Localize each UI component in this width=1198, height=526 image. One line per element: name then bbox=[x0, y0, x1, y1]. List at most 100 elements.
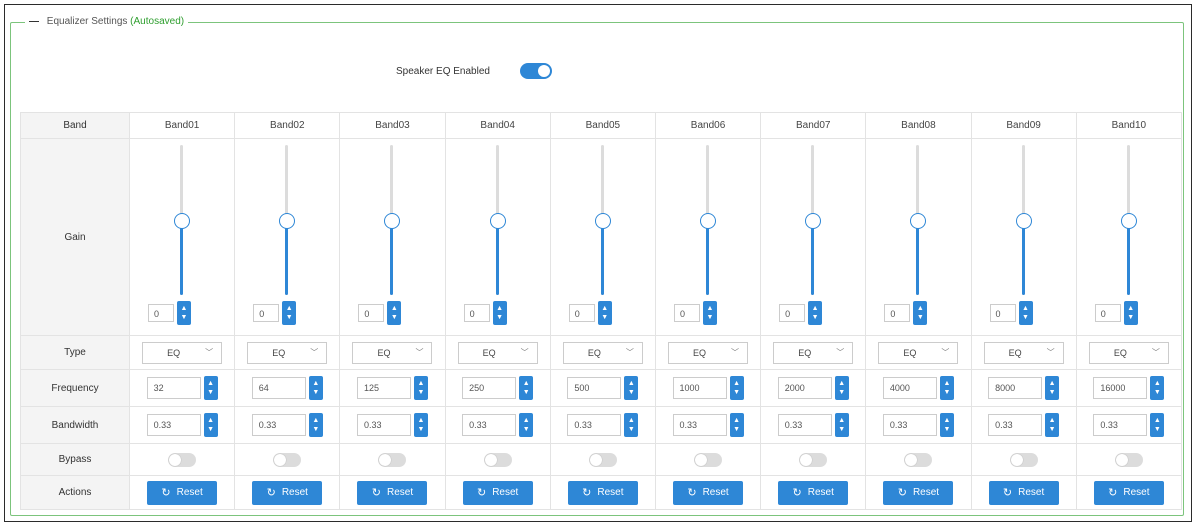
bandwidth-spin-button[interactable]: ▲ ▼ bbox=[1150, 413, 1165, 437]
spin-down-icon[interactable]: ▼ bbox=[286, 313, 293, 322]
panel-legend[interactable]: — Equalizer Settings (Autosaved) bbox=[25, 16, 188, 28]
bandwidth-spin-button[interactable]: ▲ ▼ bbox=[1045, 413, 1060, 437]
gain-input[interactable]: 0 bbox=[779, 304, 806, 322]
spin-down-icon[interactable]: ▼ bbox=[943, 388, 950, 397]
type-select[interactable]: EQ ﹀ bbox=[457, 341, 538, 364]
spin-up-icon[interactable]: ▲ bbox=[181, 304, 188, 313]
type-select[interactable]: EQ ﹀ bbox=[247, 341, 328, 364]
bandwidth-input[interactable]: 0.33 bbox=[356, 414, 411, 436]
frequency-input[interactable]: 16000 bbox=[1093, 377, 1148, 399]
bandwidth-stepper[interactable]: 0.33 ▲ ▼ bbox=[551, 407, 655, 443]
frequency-input[interactable]: 500 bbox=[567, 377, 622, 399]
frequency-spin-button[interactable]: ▲ ▼ bbox=[624, 376, 639, 400]
frequency-spin-button[interactable]: ▲ ▼ bbox=[729, 376, 744, 400]
reset-button[interactable]: ↻ Reset bbox=[357, 480, 428, 505]
gain-stepper[interactable]: 0 ▲ ▼ bbox=[779, 301, 823, 325]
slider-thumb[interactable] bbox=[1120, 213, 1137, 229]
gain-input[interactable]: 0 bbox=[673, 304, 700, 322]
frequency-stepper[interactable]: 500 ▲ ▼ bbox=[551, 370, 655, 406]
spin-up-icon[interactable]: ▲ bbox=[917, 304, 924, 313]
gain-slider[interactable]: 0 ▲ ▼ bbox=[656, 139, 760, 335]
gain-spin-button[interactable]: ▲ ▼ bbox=[597, 301, 612, 325]
frequency-stepper[interactable]: 4000 ▲ ▼ bbox=[866, 370, 970, 406]
spin-down-icon[interactable]: ▼ bbox=[812, 313, 819, 322]
spin-down-icon[interactable]: ▼ bbox=[943, 425, 950, 434]
type-select[interactable]: EQ ﹀ bbox=[1088, 341, 1169, 364]
bandwidth-input[interactable]: 0.33 bbox=[146, 414, 201, 436]
frequency-spin-button[interactable]: ▲ ▼ bbox=[203, 376, 218, 400]
bypass-toggle[interactable] bbox=[588, 452, 617, 467]
bypass-toggle[interactable] bbox=[168, 452, 197, 467]
type-select[interactable]: EQ ﹀ bbox=[878, 341, 959, 364]
spin-down-icon[interactable]: ▼ bbox=[706, 313, 713, 322]
spin-down-icon[interactable]: ▼ bbox=[1154, 425, 1161, 434]
gain-spin-button[interactable]: ▲ ▼ bbox=[177, 301, 191, 325]
slider-thumb[interactable] bbox=[594, 213, 611, 229]
bandwidth-spin-button[interactable]: ▲ ▼ bbox=[624, 413, 639, 437]
spin-up-icon[interactable]: ▲ bbox=[207, 379, 214, 388]
slider-thumb[interactable] bbox=[489, 213, 506, 229]
bandwidth-stepper[interactable]: 0.33 ▲ ▼ bbox=[866, 407, 970, 443]
gain-slider[interactable]: 0 ▲ ▼ bbox=[1077, 139, 1181, 335]
gain-stepper[interactable]: 0 ▲ ▼ bbox=[568, 301, 612, 325]
bandwidth-stepper[interactable]: 0.33 ▲ ▼ bbox=[235, 407, 339, 443]
gain-spin-button[interactable]: ▲ ▼ bbox=[913, 301, 928, 325]
reset-button[interactable]: ↻ Reset bbox=[567, 480, 638, 505]
spin-up-icon[interactable]: ▲ bbox=[312, 379, 319, 388]
type-select[interactable]: EQ ﹀ bbox=[142, 341, 223, 364]
gain-stepper[interactable]: 0 ▲ ▼ bbox=[253, 301, 297, 325]
spin-down-icon[interactable]: ▼ bbox=[1127, 313, 1134, 322]
gain-slider[interactable]: 0 ▲ ▼ bbox=[551, 139, 655, 335]
spin-down-icon[interactable]: ▼ bbox=[1154, 388, 1161, 397]
bypass-toggle[interactable] bbox=[799, 452, 828, 467]
slider-thumb[interactable] bbox=[174, 213, 191, 229]
gain-slider[interactable]: 0 ▲ ▼ bbox=[866, 139, 970, 335]
gain-slider[interactable]: 0 ▲ ▼ bbox=[972, 139, 1076, 335]
spin-up-icon[interactable]: ▲ bbox=[1049, 379, 1056, 388]
gain-input[interactable]: 0 bbox=[989, 304, 1016, 322]
frequency-input[interactable]: 125 bbox=[356, 377, 411, 399]
frequency-spin-button[interactable]: ▲ ▼ bbox=[834, 376, 849, 400]
spin-down-icon[interactable]: ▼ bbox=[523, 388, 530, 397]
spin-down-icon[interactable]: ▼ bbox=[628, 388, 635, 397]
spin-up-icon[interactable]: ▲ bbox=[418, 416, 425, 425]
frequency-stepper[interactable]: 125 ▲ ▼ bbox=[340, 370, 444, 406]
bandwidth-spin-button[interactable]: ▲ ▼ bbox=[834, 413, 849, 437]
bandwidth-spin-button[interactable]: ▲ ▼ bbox=[203, 413, 218, 437]
frequency-stepper[interactable]: 32 ▲ ▼ bbox=[130, 370, 234, 406]
gain-input[interactable]: 0 bbox=[358, 304, 385, 322]
bandwidth-stepper[interactable]: 0.33 ▲ ▼ bbox=[446, 407, 550, 443]
bandwidth-input[interactable]: 0.33 bbox=[672, 414, 727, 436]
frequency-input[interactable]: 1000 bbox=[672, 377, 727, 399]
bypass-toggle[interactable] bbox=[483, 452, 512, 467]
frequency-input[interactable]: 8000 bbox=[988, 377, 1043, 399]
gain-input[interactable]: 0 bbox=[1094, 304, 1121, 322]
spin-down-icon[interactable]: ▼ bbox=[917, 313, 924, 322]
bypass-toggle[interactable] bbox=[378, 452, 407, 467]
bandwidth-stepper[interactable]: 0.33 ▲ ▼ bbox=[656, 407, 760, 443]
frequency-input[interactable]: 4000 bbox=[882, 377, 937, 399]
reset-button[interactable]: ↻ Reset bbox=[778, 480, 849, 505]
spin-down-icon[interactable]: ▼ bbox=[523, 425, 530, 434]
frequency-input[interactable]: 250 bbox=[462, 377, 517, 399]
spin-up-icon[interactable]: ▲ bbox=[1154, 379, 1161, 388]
gain-spin-button[interactable]: ▲ ▼ bbox=[282, 301, 297, 325]
slider-thumb[interactable] bbox=[1015, 213, 1032, 229]
bandwidth-stepper[interactable]: 0.33 ▲ ▼ bbox=[1077, 407, 1181, 443]
spin-up-icon[interactable]: ▲ bbox=[523, 379, 530, 388]
spin-down-icon[interactable]: ▼ bbox=[1022, 313, 1029, 322]
frequency-input[interactable]: 2000 bbox=[777, 377, 832, 399]
frequency-spin-button[interactable]: ▲ ▼ bbox=[1150, 376, 1165, 400]
frequency-stepper[interactable]: 8000 ▲ ▼ bbox=[972, 370, 1076, 406]
gain-stepper[interactable]: 0 ▲ ▼ bbox=[989, 301, 1033, 325]
bypass-toggle[interactable] bbox=[1009, 452, 1038, 467]
spin-up-icon[interactable]: ▲ bbox=[838, 379, 845, 388]
slider-thumb[interactable] bbox=[384, 213, 401, 229]
gain-input[interactable]: 0 bbox=[568, 304, 595, 322]
slider-thumb[interactable] bbox=[910, 213, 927, 229]
reset-button[interactable]: ↻ Reset bbox=[988, 480, 1059, 505]
gain-slider[interactable]: 0 ▲ ▼ bbox=[446, 139, 550, 335]
spin-down-icon[interactable]: ▼ bbox=[391, 313, 398, 322]
bypass-toggle[interactable] bbox=[694, 452, 723, 467]
spin-down-icon[interactable]: ▼ bbox=[207, 425, 214, 434]
